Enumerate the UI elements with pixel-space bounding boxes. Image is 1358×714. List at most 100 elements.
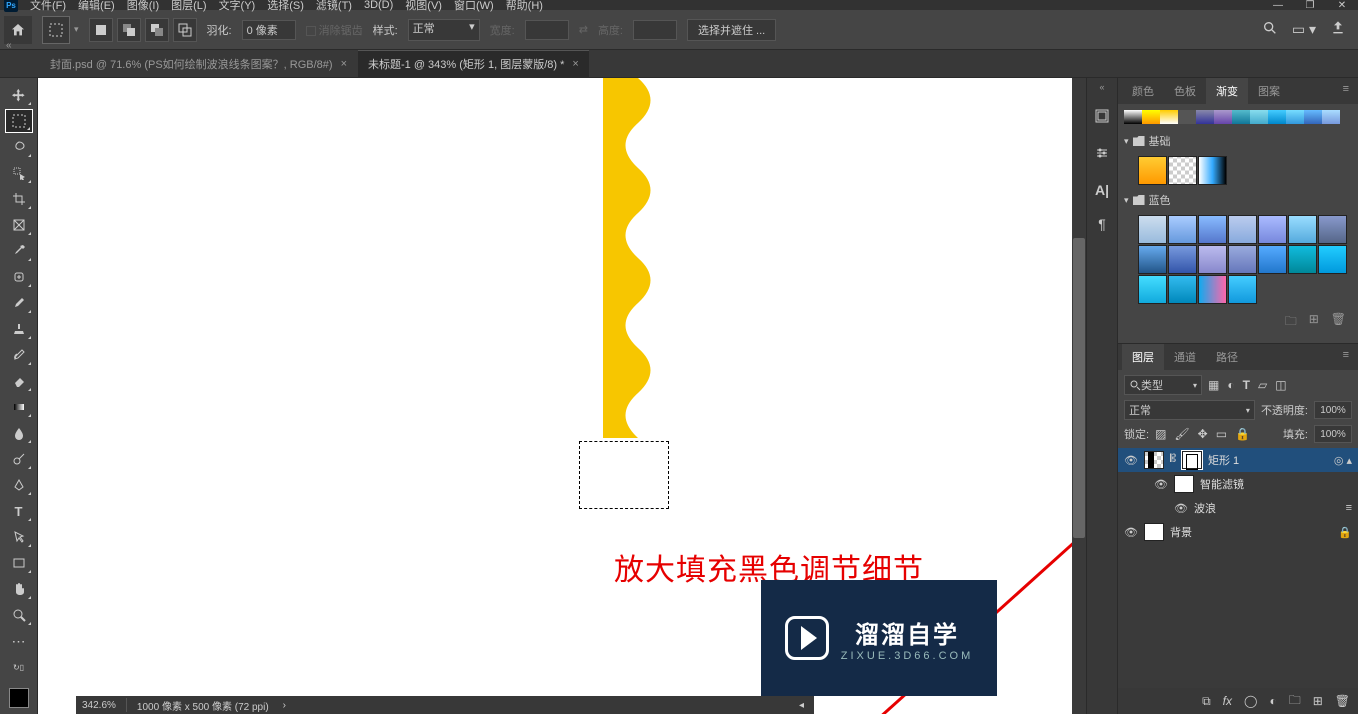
gradient-swatch[interactable] [1168, 215, 1197, 244]
filter-pixel-icon[interactable]: ▦ [1208, 378, 1219, 392]
new-icon[interactable]: ⊞ [1309, 312, 1319, 333]
shape-tool[interactable] [5, 551, 33, 575]
gradient-swatch[interactable] [1178, 110, 1196, 124]
document-tab-0[interactable]: 封面.psd @ 71.6% (PS如何绘制波浪线条图案？, RGB/8#) × [40, 51, 357, 77]
layer-style-icon[interactable]: fx [1223, 694, 1232, 708]
filter-adjust-icon[interactable]: ◐ [1227, 378, 1234, 392]
path-select-tool[interactable] [5, 525, 33, 549]
workspace-icon[interactable]: ▭ ▾ [1292, 21, 1316, 38]
gradient-swatch[interactable] [1138, 275, 1167, 304]
style-select[interactable]: 正常 ▾ [408, 19, 480, 41]
gradient-swatch[interactable] [1286, 110, 1304, 124]
visibility-icon[interactable]: 👁 [1174, 502, 1188, 515]
tab-channels[interactable]: 通道 [1164, 344, 1206, 370]
more-tools[interactable]: ⋯ [5, 629, 33, 653]
frame-tool[interactable] [5, 213, 33, 237]
menu-select[interactable]: 选择(S) [261, 0, 310, 13]
lock-artboard-icon[interactable]: ▭ [1216, 427, 1227, 441]
gradient-swatch[interactable] [1198, 275, 1227, 304]
gradient-swatch[interactable] [1304, 110, 1322, 124]
filter-type-icon[interactable]: T [1243, 378, 1250, 392]
properties-icon[interactable] [1094, 145, 1110, 164]
folder-icon[interactable]: 🗀 [1285, 312, 1297, 333]
gradient-swatch[interactable] [1318, 245, 1347, 274]
quick-select-tool[interactable] [5, 161, 33, 185]
crop-tool[interactable] [5, 187, 33, 211]
select-and-mask-button[interactable]: 选择并遮住 ... [687, 19, 776, 41]
paragraph-icon[interactable]: ¶ [1098, 216, 1106, 232]
zoom-tool[interactable] [5, 603, 33, 627]
visibility-icon[interactable]: 👁 [1124, 454, 1138, 467]
vertical-scrollbar[interactable] [1072, 78, 1086, 714]
gradient-swatch[interactable] [1232, 110, 1250, 124]
visibility-icon[interactable]: 👁 [1124, 526, 1138, 539]
delete-layer-icon[interactable]: 🗑 [1335, 694, 1350, 708]
new-layer-icon[interactable]: ⊞ [1313, 694, 1323, 708]
tab-close-icon[interactable]: × [341, 58, 347, 70]
opacity-input[interactable] [1314, 401, 1352, 419]
tab-paths[interactable]: 路径 [1206, 344, 1248, 370]
layer-row[interactable]: 👁 波浪 ≡ [1118, 496, 1358, 520]
status-more[interactable]: › [279, 700, 290, 711]
strip-collapse-icon[interactable]: « [1087, 82, 1117, 90]
selection-new[interactable] [89, 18, 113, 42]
gradient-swatch[interactable] [1322, 110, 1340, 124]
close-button[interactable]: ✕ [1326, 0, 1358, 10]
adjustment-icon[interactable]: ◐ [1269, 694, 1276, 708]
menu-layer[interactable]: 图层(L) [165, 0, 212, 13]
gradient-swatch[interactable] [1168, 156, 1197, 185]
history-brush-tool[interactable] [5, 343, 33, 367]
filter-shape-icon[interactable]: ▱ [1258, 378, 1267, 392]
menu-type[interactable]: 文字(Y) [213, 0, 262, 13]
link-layers-icon[interactable]: ⧉ [1202, 694, 1211, 709]
menu-filter[interactable]: 滤镜(T) [310, 0, 358, 13]
menu-view[interactable]: 视图(V) [399, 0, 448, 13]
gradient-swatch[interactable] [1268, 110, 1286, 124]
layer-row[interactable]: 👁 背景 🔒 [1118, 520, 1358, 544]
gradient-tool[interactable] [5, 395, 33, 419]
move-tool[interactable] [5, 83, 33, 107]
type-tool[interactable]: T [5, 499, 33, 523]
fill-input[interactable] [1314, 425, 1352, 443]
trash-icon[interactable]: 🗑 [1331, 312, 1346, 333]
eraser-tool[interactable] [5, 369, 33, 393]
group-basic[interactable]: ▾基础 [1124, 130, 1352, 152]
menu-file[interactable]: 文件(F) [24, 0, 72, 13]
menu-3d[interactable]: 3D(D) [358, 0, 399, 11]
edit-toolbar[interactable]: ↻▯ [5, 655, 33, 679]
lock-all-icon[interactable]: 🔒 [1235, 427, 1250, 441]
gradient-swatch[interactable] [1228, 215, 1257, 244]
selection-intersect[interactable] [173, 18, 197, 42]
gradient-swatch[interactable] [1288, 245, 1317, 274]
tab-close-icon[interactable]: × [572, 58, 578, 70]
menu-image[interactable]: 图像(I) [121, 0, 165, 13]
brush-tool[interactable] [5, 291, 33, 315]
tab-gradients[interactable]: 渐变 [1206, 78, 1248, 105]
lock-paint-icon[interactable]: 🖌 [1174, 427, 1189, 441]
clone-stamp-tool[interactable] [5, 317, 33, 341]
foreground-color[interactable] [9, 688, 29, 708]
panel-menu-icon[interactable]: ≡ [1338, 78, 1354, 104]
gradient-swatch[interactable] [1250, 110, 1268, 124]
gradient-swatch[interactable] [1258, 215, 1287, 244]
selection-subtract[interactable] [145, 18, 169, 42]
canvas[interactable]: 放大填充黑色调节细节 溜溜自学 ZIXUE.3D66.COM [38, 78, 1072, 714]
zoom-level[interactable]: 342.6% [82, 700, 116, 711]
tab-collapse-icon[interactable]: « [6, 40, 12, 51]
gradient-swatch[interactable] [1288, 215, 1317, 244]
gradient-swatch[interactable] [1228, 275, 1257, 304]
group-icon[interactable]: 🗀 [1289, 691, 1301, 712]
menu-window[interactable]: 窗口(W) [448, 0, 500, 13]
tab-swatches[interactable]: 色板 [1164, 78, 1206, 104]
gradient-swatch[interactable] [1228, 245, 1257, 274]
gradient-swatch[interactable] [1124, 110, 1142, 124]
gradient-swatch[interactable] [1198, 245, 1227, 274]
menu-edit[interactable]: 编辑(E) [72, 0, 121, 13]
history-icon[interactable] [1094, 108, 1110, 127]
search-icon[interactable] [1262, 20, 1278, 39]
marquee-tool[interactable] [5, 109, 33, 133]
filter-smart-icon[interactable]: ◫ [1275, 378, 1286, 392]
gradient-swatch[interactable] [1160, 110, 1178, 124]
selection-add[interactable] [117, 18, 141, 42]
gradient-swatch[interactable] [1198, 156, 1227, 185]
